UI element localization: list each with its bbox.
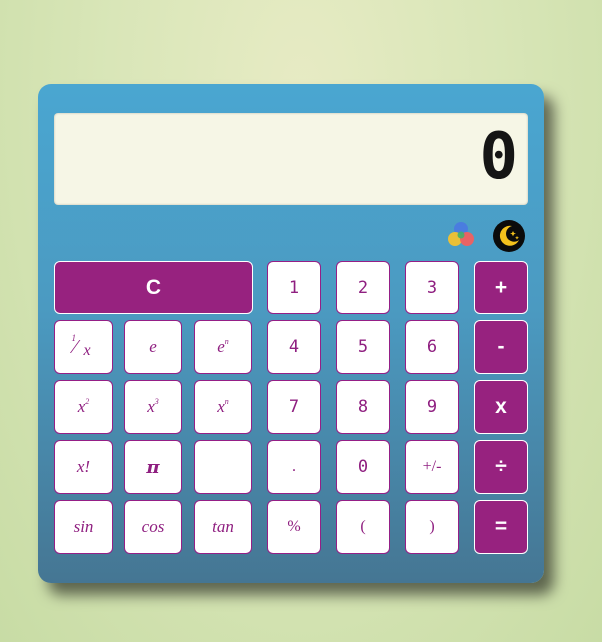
digit-7-label: 7 — [288, 397, 300, 417]
digit-2-button[interactable]: 2 — [336, 261, 390, 314]
divide-button[interactable]: ÷ — [474, 440, 528, 494]
pi-button[interactable]: π — [124, 440, 182, 494]
digit-6-button[interactable]: 6 — [405, 320, 459, 374]
factorial-label: x! — [76, 457, 91, 476]
power-exponent: n — [224, 397, 229, 407]
calculator: 0 C 1 2 3 + 1 ⁄ x e en 4 5 6 - x2 x3 xn … — [38, 84, 544, 583]
tan-label: tan — [212, 517, 234, 536]
e-power-exponent: n — [224, 337, 229, 347]
tan-button[interactable]: tan — [194, 500, 252, 554]
plus-label: + — [494, 275, 508, 299]
digit-9-label: 9 — [426, 397, 438, 417]
percent-button[interactable]: % — [267, 500, 321, 554]
cos-label: cos — [141, 517, 165, 536]
cube-label: x3 — [147, 397, 159, 417]
percent-label: % — [287, 518, 301, 535]
decimal-point-button[interactable]: . — [267, 440, 321, 494]
multiply-label: x — [495, 395, 507, 418]
palette-colors-icon[interactable] — [444, 219, 478, 253]
close-paren-label: ) — [429, 518, 435, 535]
sin-label: sin — [73, 517, 94, 536]
e-power-label: en — [217, 337, 229, 357]
clear-label: C — [145, 275, 162, 299]
pi-label: π — [146, 456, 160, 478]
equals-label: = — [494, 515, 508, 538]
close-paren-button[interactable]: ) — [405, 500, 459, 554]
digit-0-label: 0 — [357, 457, 369, 477]
clear-button[interactable]: C — [54, 261, 253, 314]
sign-toggle-label: +/- — [422, 458, 442, 475]
sign-toggle-button[interactable]: +/- — [405, 440, 459, 494]
blank-button[interactable] — [194, 440, 252, 494]
plus-button[interactable]: + — [474, 261, 528, 314]
power-label: xn — [217, 397, 229, 417]
sin-button[interactable]: sin — [54, 500, 113, 554]
factorial-button[interactable]: x! — [54, 440, 113, 494]
cos-button[interactable]: cos — [124, 500, 182, 554]
reciprocal-slash: ⁄ — [73, 336, 77, 358]
reciprocal-label: 1 ⁄ x — [69, 332, 99, 362]
digit-4-label: 4 — [288, 337, 300, 357]
cube-button[interactable]: x3 — [124, 380, 182, 434]
digit-2-label: 2 — [357, 277, 369, 298]
e-label: e — [149, 337, 157, 356]
digit-3-label: 3 — [426, 277, 438, 298]
power-base: x — [217, 397, 225, 416]
digit-5-label: 5 — [357, 337, 369, 357]
reciprocal-button[interactable]: 1 ⁄ x — [54, 320, 113, 374]
open-paren-button[interactable]: ( — [336, 500, 390, 554]
digit-7-button[interactable]: 7 — [267, 380, 321, 434]
digit-5-button[interactable]: 5 — [336, 320, 390, 374]
square-exponent: 2 — [85, 397, 90, 407]
square-label: x2 — [78, 397, 90, 417]
open-paren-label: ( — [360, 518, 366, 535]
multiply-button[interactable]: x — [474, 380, 528, 434]
reciprocal-denominator: x — [83, 342, 91, 359]
digit-1-label: 1 — [288, 277, 300, 298]
display-screen: 0 — [54, 113, 528, 205]
display-value: 0 — [479, 120, 518, 194]
digit-1-button[interactable]: 1 — [267, 261, 321, 314]
digit-4-button[interactable]: 4 — [267, 320, 321, 374]
digit-8-button[interactable]: 8 — [336, 380, 390, 434]
e-power-base: e — [217, 337, 225, 356]
digit-6-label: 6 — [426, 337, 438, 357]
minus-button[interactable]: - — [474, 320, 528, 374]
minus-label: - — [497, 335, 505, 358]
cube-exponent: 3 — [154, 397, 159, 407]
decimal-point-label: . — [292, 458, 296, 475]
cube-base: x — [147, 397, 155, 416]
power-button[interactable]: xn — [194, 380, 252, 434]
digit-9-button[interactable]: 9 — [405, 380, 459, 434]
moon-stars-icon[interactable] — [492, 219, 526, 253]
equals-button[interactable]: = — [474, 500, 528, 554]
divide-label: ÷ — [495, 455, 507, 478]
square-button[interactable]: x2 — [54, 380, 113, 434]
digit-0-button[interactable]: 0 — [336, 440, 390, 494]
e-power-button[interactable]: en — [194, 320, 252, 374]
digit-3-button[interactable]: 3 — [405, 261, 459, 314]
digit-8-label: 8 — [357, 397, 369, 417]
e-button[interactable]: e — [124, 320, 182, 374]
